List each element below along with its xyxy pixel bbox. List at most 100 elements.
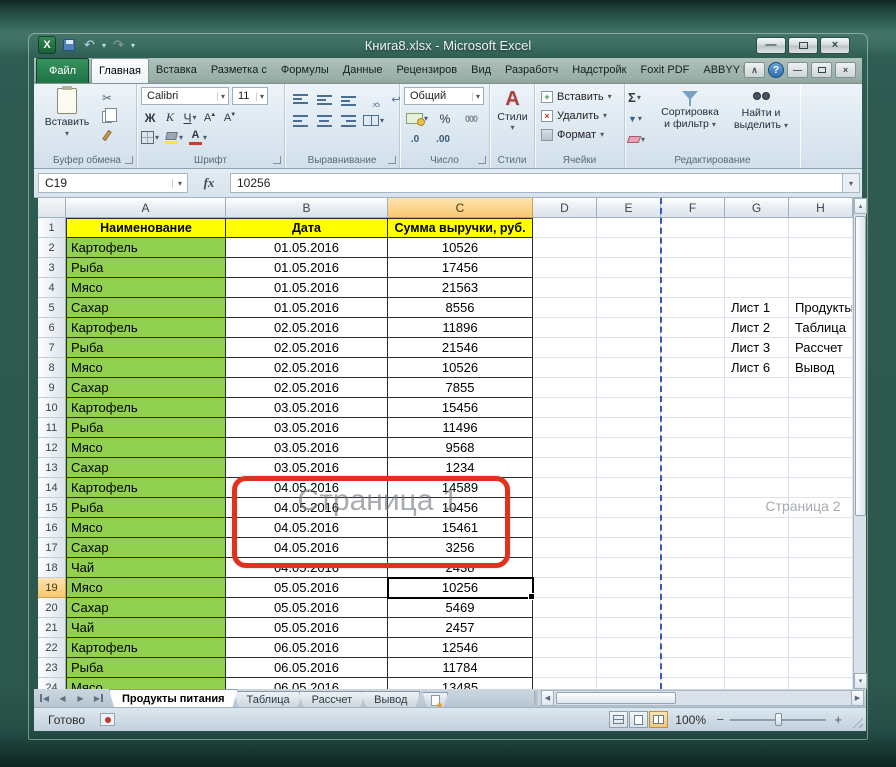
cell-H17[interactable]: [789, 538, 853, 558]
cell-D11[interactable]: [533, 418, 597, 438]
formula-bar-expand-icon[interactable]: ▾: [842, 173, 860, 193]
cell-H5[interactable]: Продукты: [789, 298, 853, 318]
cell-B24[interactable]: 06.05.2016: [226, 678, 388, 689]
cell-F19[interactable]: [661, 578, 725, 598]
cell-B19[interactable]: 05.05.2016: [226, 578, 388, 598]
clipboard-dialog-launcher[interactable]: [125, 156, 133, 164]
row-header-19[interactable]: 19: [38, 578, 66, 598]
cell-H2[interactable]: [789, 238, 853, 258]
cell-A5[interactable]: Сахар: [66, 298, 226, 318]
cell-A3[interactable]: Рыба: [66, 258, 226, 278]
cell-G3[interactable]: [725, 258, 789, 278]
cell-H16[interactable]: [789, 518, 853, 538]
maximize-button[interactable]: [788, 37, 818, 54]
cell-H20[interactable]: [789, 598, 853, 618]
orientation-button[interactable]: ab: [363, 91, 381, 108]
sheet-tab-Вывод[interactable]: Вывод: [361, 691, 420, 707]
cell-F8[interactable]: [661, 358, 725, 378]
zoom-out-button[interactable]: −: [716, 712, 724, 727]
resize-grip[interactable]: [850, 715, 863, 728]
insert-worksheet-button[interactable]: [422, 692, 448, 707]
cell-E23[interactable]: [597, 658, 661, 678]
cell-F1[interactable]: [661, 218, 725, 238]
cell-B8[interactable]: 02.05.2016: [226, 358, 388, 378]
cell-E17[interactable]: [597, 538, 661, 558]
cell-H1[interactable]: [789, 218, 853, 238]
ribbon-tab-Главная[interactable]: Главная: [91, 58, 149, 83]
row-header-3[interactable]: 3: [38, 258, 66, 278]
cell-H22[interactable]: [789, 638, 853, 658]
row-header-21[interactable]: 21: [38, 618, 66, 638]
align-right-button[interactable]: [339, 112, 357, 129]
cell-G13[interactable]: [725, 458, 789, 478]
row-header-2[interactable]: 2: [38, 238, 66, 258]
cell-E8[interactable]: [597, 358, 661, 378]
row-header-18[interactable]: 18: [38, 558, 66, 578]
horizontal-scroll-track[interactable]: [554, 690, 851, 706]
cell-A9[interactable]: Сахар: [66, 378, 226, 398]
row-header-24[interactable]: 24: [38, 678, 66, 689]
find-select-button[interactable]: Найти и выделить ▾: [727, 86, 795, 152]
italic-button[interactable]: К: [161, 109, 179, 126]
sheet-tab-Рассчет[interactable]: Рассчет: [299, 691, 366, 707]
cell-B7[interactable]: 02.05.2016: [226, 338, 388, 358]
font-dialog-launcher[interactable]: [273, 156, 281, 164]
cell-G16[interactable]: [725, 518, 789, 538]
cell-F21[interactable]: [661, 618, 725, 638]
cell-C10[interactable]: 15456: [388, 398, 533, 418]
cell-G15[interactable]: [725, 498, 789, 518]
cell-F24[interactable]: [661, 678, 725, 689]
cell-B12[interactable]: 03.05.2016: [226, 438, 388, 458]
zoom-in-button[interactable]: +: [834, 712, 842, 727]
format-painter-button[interactable]: [98, 127, 116, 144]
workbook-minimize-icon[interactable]: —: [787, 62, 808, 78]
scroll-up-icon[interactable]: ▴: [854, 198, 867, 214]
row-header-15[interactable]: 15: [38, 498, 66, 518]
cell-D3[interactable]: [533, 258, 597, 278]
cell-G4[interactable]: [725, 278, 789, 298]
row-header-5[interactable]: 5: [38, 298, 66, 318]
cell-H12[interactable]: [789, 438, 853, 458]
bold-button[interactable]: Ж: [141, 109, 159, 126]
cell-E24[interactable]: [597, 678, 661, 689]
cell-D4[interactable]: [533, 278, 597, 298]
cell-H4[interactable]: [789, 278, 853, 298]
zoom-slider[interactable]: [730, 719, 826, 721]
cell-H6[interactable]: Таблица: [789, 318, 853, 338]
cell-D6[interactable]: [533, 318, 597, 338]
row-header-7[interactable]: 7: [38, 338, 66, 358]
format-cells-button[interactable]: Формат▾: [541, 126, 604, 143]
cell-B22[interactable]: 06.05.2016: [226, 638, 388, 658]
cell-E13[interactable]: [597, 458, 661, 478]
cell-A4[interactable]: Мясо: [66, 278, 226, 298]
help-icon[interactable]: ?: [768, 62, 784, 78]
cell-B9[interactable]: 02.05.2016: [226, 378, 388, 398]
cell-C21[interactable]: 2457: [388, 618, 533, 638]
cell-A2[interactable]: Картофель: [66, 238, 226, 258]
comma-style-button[interactable]: 000: [462, 110, 480, 127]
cell-F20[interactable]: [661, 598, 725, 618]
ribbon-tab-Формулы[interactable]: Формулы: [274, 58, 336, 83]
cell-A23[interactable]: Рыба: [66, 658, 226, 678]
cell-A18[interactable]: Чай: [66, 558, 226, 578]
cell-F3[interactable]: [661, 258, 725, 278]
cell-G10[interactable]: [725, 398, 789, 418]
cell-E11[interactable]: [597, 418, 661, 438]
cell-A24[interactable]: Мясо: [66, 678, 226, 689]
zoom-level[interactable]: 100%: [672, 713, 706, 727]
cell-G2[interactable]: [725, 238, 789, 258]
number-dialog-launcher[interactable]: [478, 156, 486, 164]
row-header-13[interactable]: 13: [38, 458, 66, 478]
cell-F23[interactable]: [661, 658, 725, 678]
cell-D13[interactable]: [533, 458, 597, 478]
cell-C22[interactable]: 12546: [388, 638, 533, 658]
cell-A8[interactable]: Мясо: [66, 358, 226, 378]
cell-A10[interactable]: Картофель: [66, 398, 226, 418]
cell-G18[interactable]: [725, 558, 789, 578]
row-header-12[interactable]: 12: [38, 438, 66, 458]
cell-H11[interactable]: [789, 418, 853, 438]
cut-button[interactable]: ✂: [98, 89, 116, 106]
delete-cells-button[interactable]: ×Удалить▾: [541, 107, 607, 124]
cell-D23[interactable]: [533, 658, 597, 678]
column-header-E[interactable]: E: [597, 198, 661, 218]
